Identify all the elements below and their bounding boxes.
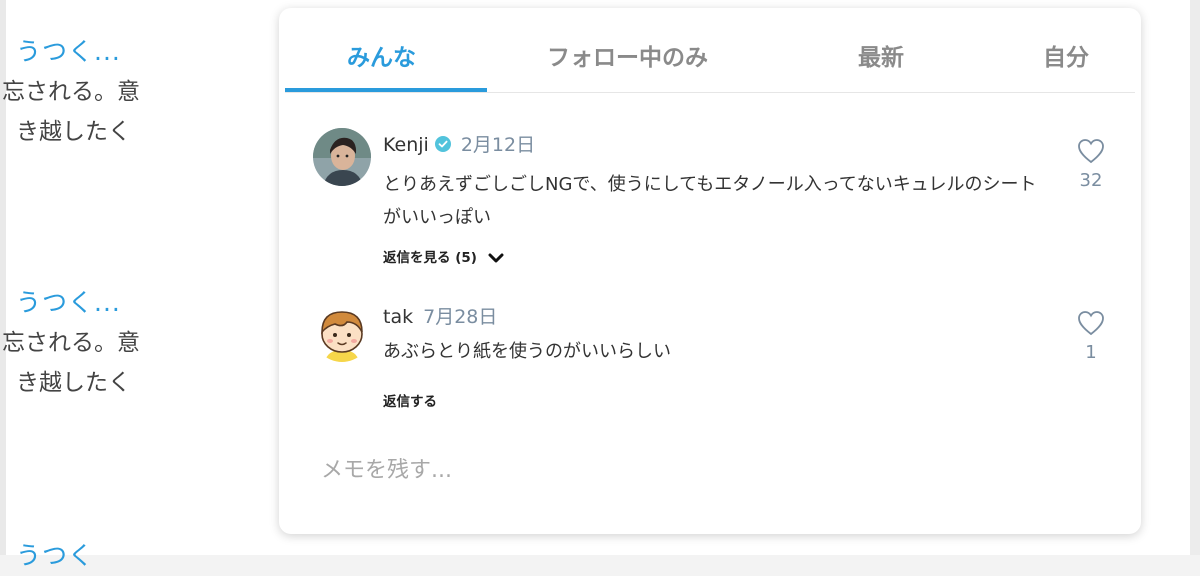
tab-following-only[interactable]: フォロー中のみ [547, 38, 708, 72]
avatar[interactable] [313, 128, 371, 186]
boy-illustration-icon [313, 304, 371, 362]
comment-date: 2月12日 [460, 134, 536, 156]
like-button[interactable]: 1 [1071, 310, 1111, 363]
reply-button[interactable]: 返信する [383, 390, 437, 410]
tab-everyone[interactable]: みんな [347, 38, 416, 72]
comment-author[interactable]: Kenji [383, 134, 429, 156]
right-edge [1190, 0, 1200, 555]
comment-text: とりあえずごしごしNGで、使うにしてもエタノール入ってないキュレルのシートがいい… [383, 174, 1037, 228]
memo-input[interactable] [321, 450, 1021, 490]
background-item-text: 忘される。意 [2, 79, 140, 105]
background-item-text: き越したく [16, 119, 131, 145]
comment-header: tak 7月28日 [383, 302, 497, 329]
background-list-item[interactable]: うつく... 忘される。意 き越したく [2, 32, 140, 152]
view-replies-label: 返信を見る (5) [383, 250, 477, 266]
comment-item: Kenji 2月12日 とりあえずごしごしNGで、使うにしてもエタノール入ってない… [313, 128, 1111, 268]
tab-latest[interactable]: 最新 [858, 38, 904, 72]
background-item-title[interactable]: うつく [16, 536, 94, 576]
background-item-text: 忘される。意 [2, 330, 140, 356]
comment-author[interactable]: tak [383, 306, 413, 328]
background-item-text: き越したく [16, 370, 131, 396]
background-item-title[interactable]: うつく... [16, 32, 140, 72]
comments-popup: みんな フォロー中のみ 最新 自分 Kenji 2月12日 とりあえずごしごしNG… [279, 8, 1141, 534]
comment-item: tak 7月28日 あぶらとり紙を使うのがいいらしい 返信する 1 [313, 302, 1111, 412]
heart-icon [1078, 311, 1104, 336]
background-list-item[interactable]: うつく [16, 536, 94, 576]
avatar[interactable] [313, 304, 371, 362]
comment-text: あぶらとり紙を使うのがいいらしい [383, 341, 671, 362]
background-item-title[interactable]: うつく... [16, 283, 140, 323]
heart-icon [1078, 139, 1104, 164]
comment-date: 7月28日 [423, 306, 498, 328]
verified-badge-icon [434, 136, 451, 152]
like-count: 32 [1079, 170, 1103, 191]
tab-bar: みんな フォロー中のみ 最新 自分 [285, 8, 1135, 93]
view-replies-button[interactable]: 返信を見る (5) [383, 246, 504, 266]
like-button[interactable]: 32 [1071, 138, 1111, 191]
chevron-down-icon [488, 253, 504, 263]
active-tab-indicator [285, 88, 487, 92]
comment-header: Kenji 2月12日 [383, 130, 535, 157]
tab-mine[interactable]: 自分 [1043, 38, 1089, 72]
person-photo-icon [313, 128, 371, 186]
background-list-item[interactable]: うつく... 忘される。意 き越したく [2, 283, 140, 403]
like-count: 1 [1085, 342, 1097, 363]
